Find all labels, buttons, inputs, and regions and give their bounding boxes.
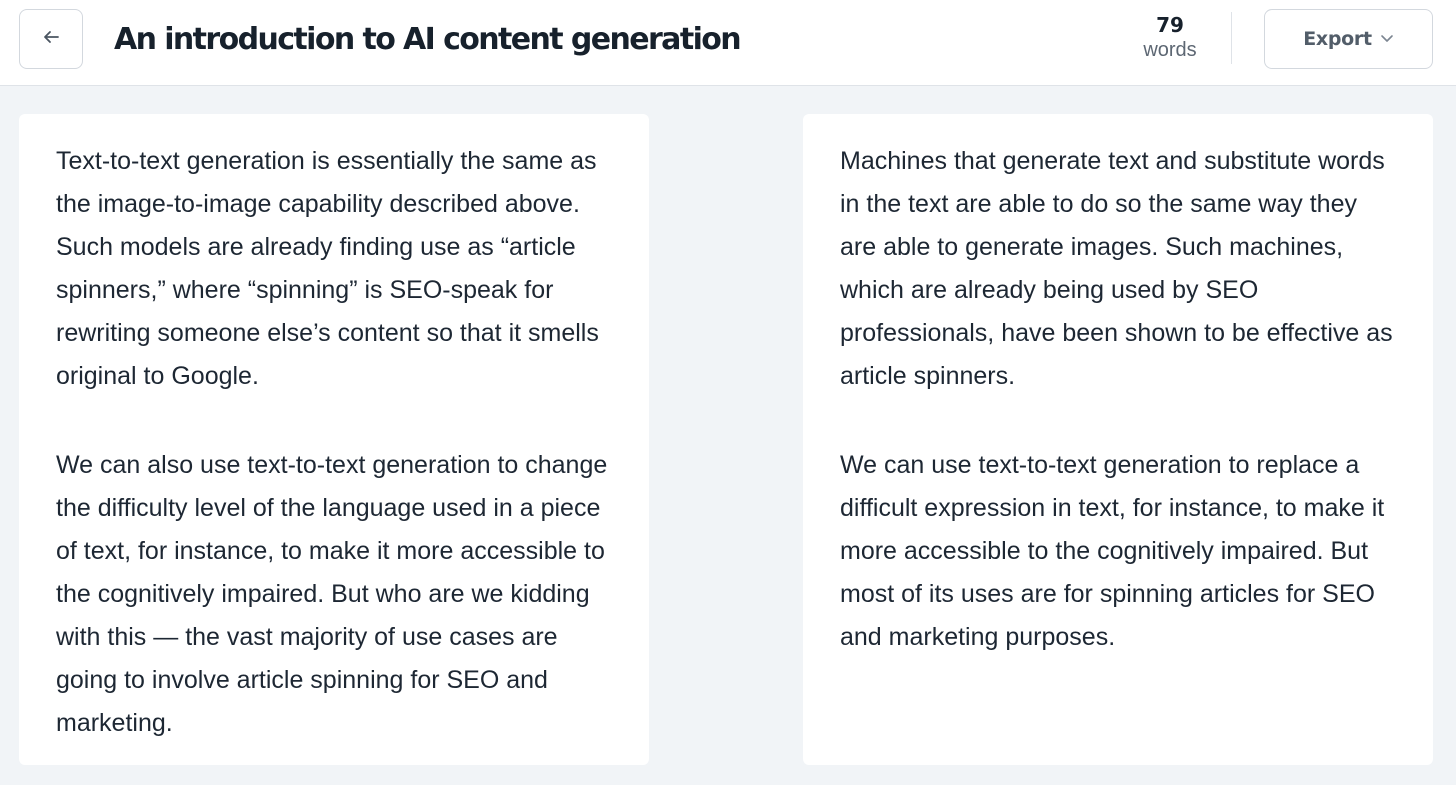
arrow-left-icon <box>42 29 60 50</box>
word-count-label: words <box>1143 39 1197 61</box>
top-bar: An introduction to AI content generation… <box>0 0 1456 86</box>
chevron-down-icon <box>1380 30 1394 48</box>
original-paragraph-2: We can also use text-to-text generation … <box>19 418 649 765</box>
document-title: An introduction to AI content generation <box>114 22 742 57</box>
export-button[interactable]: Export <box>1264 9 1433 69</box>
word-count-number: 79 <box>1156 13 1184 37</box>
rewritten-paragraph-1: Machines that generate text and substitu… <box>803 114 1433 419</box>
header-divider <box>1231 12 1232 64</box>
paragraph-text[interactable]: Machines that generate text and substitu… <box>840 140 1397 398</box>
paragraph-text[interactable]: We can use text-to-text generation to re… <box>840 444 1397 659</box>
word-count: 79 words <box>1130 12 1210 62</box>
back-button[interactable] <box>19 9 83 69</box>
original-paragraph-1: Text-to-text generation is essentially t… <box>19 114 649 419</box>
paragraph-text[interactable]: We can also use text-to-text generation … <box>56 444 613 745</box>
rewritten-paragraph-2: We can use text-to-text generation to re… <box>803 418 1433 765</box>
export-button-label: Export <box>1303 28 1372 50</box>
paragraph-text[interactable]: Text-to-text generation is essentially t… <box>56 140 613 398</box>
